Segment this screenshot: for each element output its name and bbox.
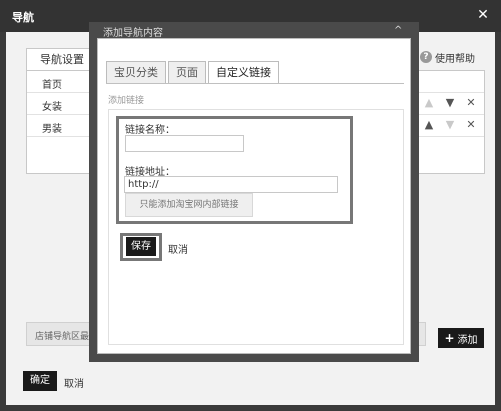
dialog-title: 添加导航内容: [103, 28, 163, 39]
row-actions: ▲ ▼ ✕: [423, 119, 477, 131]
tab-page[interactable]: 页面: [168, 61, 206, 83]
list-item-label: 女装: [42, 102, 62, 113]
tabs-divider: [106, 83, 404, 84]
add-button-label: 添加: [457, 334, 478, 346]
cancel-button[interactable]: 取消: [168, 241, 188, 256]
save-button[interactable]: 保存: [126, 237, 156, 256]
list-item-label: 男装: [42, 124, 62, 135]
tab-custom-link[interactable]: 自定义链接: [208, 61, 279, 83]
add-button[interactable]: + 添加: [438, 328, 484, 348]
link-name-label: 链接名称：: [125, 125, 175, 136]
arrow-up-icon[interactable]: ▲: [423, 97, 435, 109]
link-name-input[interactable]: [125, 135, 244, 152]
navigation-window: 导航 ✕ 导航设置 ? 使用帮助 首页 女装 ▲ ▼ ✕ 男装 ▲ ▼ ✕ 店铺…: [0, 0, 501, 411]
plus-icon: +: [444, 331, 455, 345]
arrow-down-icon[interactable]: ▼: [444, 119, 456, 131]
help-label: 使用帮助: [435, 53, 475, 65]
tab-navigation-settings[interactable]: 导航设置: [26, 48, 98, 70]
tab-product-category[interactable]: 宝贝分类: [106, 61, 166, 83]
arrow-down-icon[interactable]: ▼: [444, 97, 456, 109]
help-icon: ?: [420, 51, 432, 63]
list-item-label: 首页: [42, 80, 62, 91]
arrow-up-icon[interactable]: ▲: [423, 119, 435, 131]
add-navigation-dialog: 添加导航内容 ^ 宝贝分类 页面 自定义链接 添加链接 链接名称： 链接地址： …: [89, 22, 419, 362]
url-hint: 只能添加淘宝网内部链接: [125, 193, 253, 217]
section-label: 添加链接: [108, 96, 145, 106]
close-icon[interactable]: ✕: [474, 6, 492, 24]
row-actions: ▲ ▼ ✕: [423, 97, 477, 109]
close-icon[interactable]: ✕: [465, 119, 477, 131]
dialog-tabs: 宝贝分类 页面 自定义链接: [106, 61, 279, 83]
window-title: 导航: [12, 11, 34, 24]
confirm-button[interactable]: 确定: [23, 371, 57, 391]
link-url-input[interactable]: [124, 176, 338, 193]
collapse-icon[interactable]: ^: [394, 25, 402, 36]
cancel-button[interactable]: 取消: [64, 375, 84, 390]
help-link[interactable]: ? 使用帮助: [420, 49, 475, 65]
close-icon[interactable]: ✕: [465, 97, 477, 109]
dialog-body: 宝贝分类 页面 自定义链接 添加链接 链接名称： 链接地址： 只能添加淘宝网内部…: [97, 38, 411, 354]
